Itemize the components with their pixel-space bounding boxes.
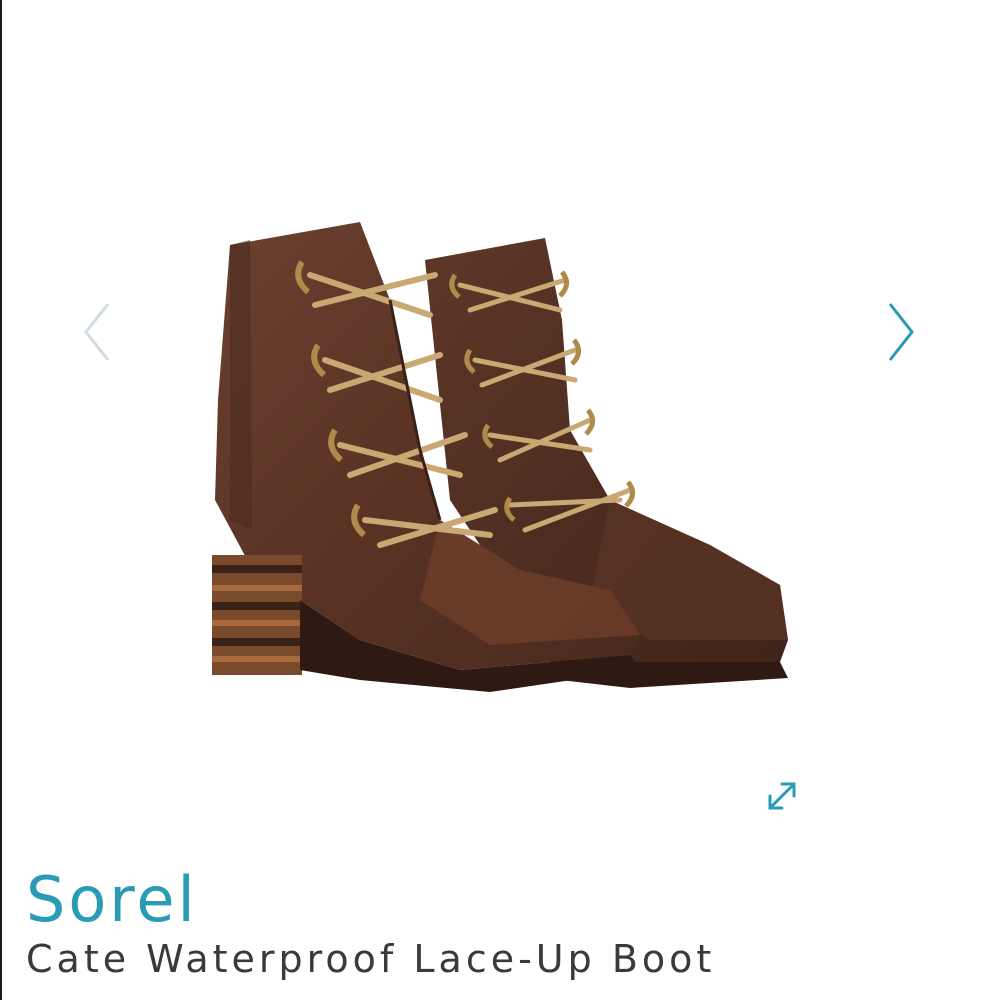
previous-image-button[interactable]: [72, 292, 122, 372]
product-image-gallery: [0, 0, 1000, 860]
product-image[interactable]: [190, 200, 810, 720]
chevron-left-icon: [84, 303, 110, 361]
expand-arrows-icon: [768, 782, 796, 810]
chevron-right-icon: [888, 303, 914, 361]
next-image-button[interactable]: [876, 292, 926, 372]
expand-image-button[interactable]: [760, 774, 804, 818]
stacked-heel: [212, 555, 302, 675]
product-title: Cate Waterproof Lace-Up Boot: [26, 937, 716, 981]
brand-name[interactable]: Sorel: [26, 860, 198, 940]
